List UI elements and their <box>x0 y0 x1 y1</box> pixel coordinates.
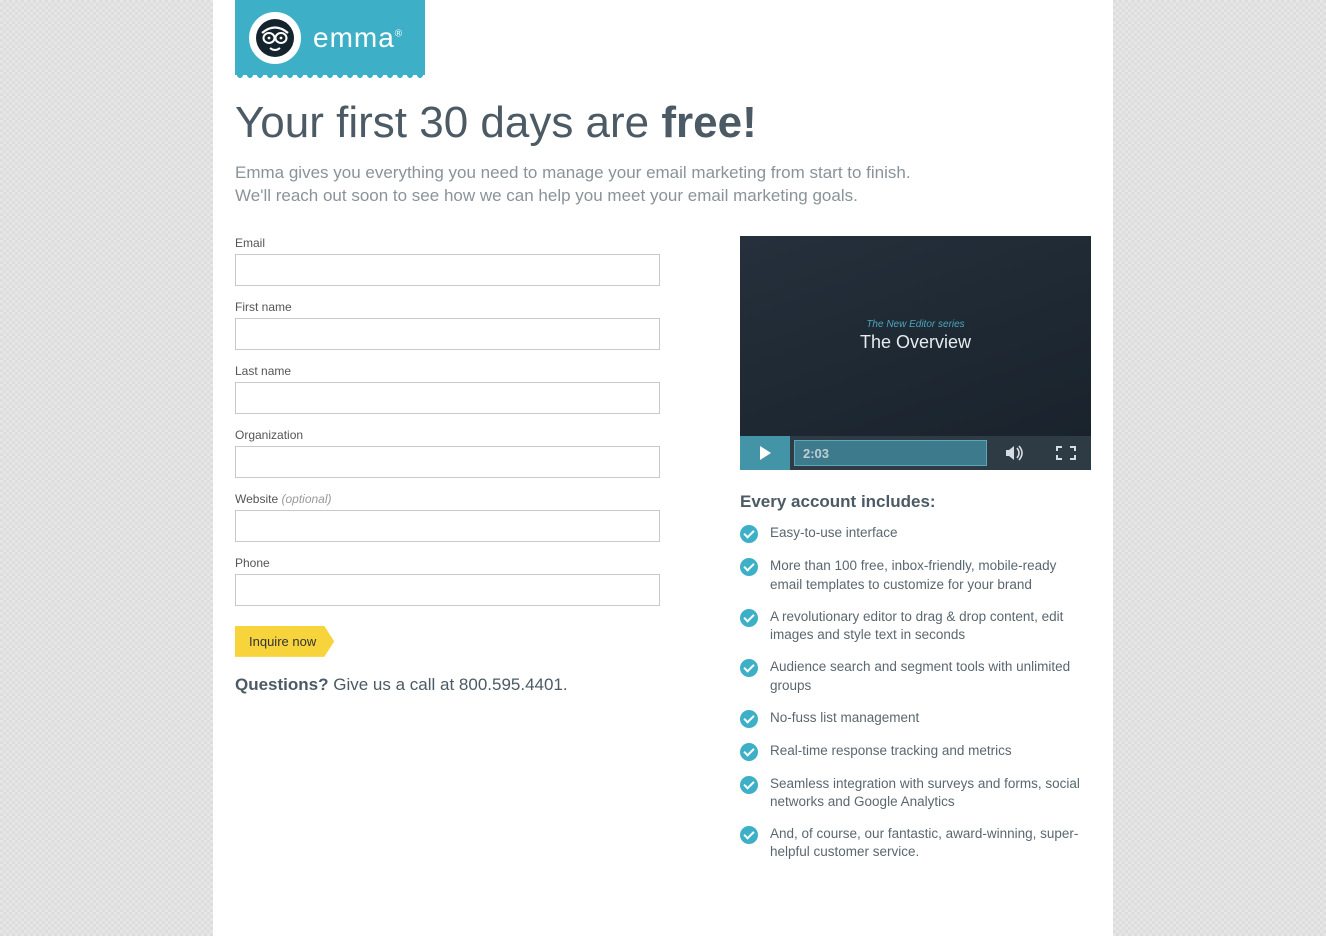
check-icon <box>740 776 758 794</box>
email-field[interactable] <box>235 254 660 286</box>
feature-text: Real-time response tracking and metrics <box>770 742 1012 761</box>
website-field[interactable] <box>235 510 660 542</box>
brand-logo[interactable]: emma® <box>235 0 425 75</box>
video-controls: 2:03 <box>740 436 1091 470</box>
check-icon <box>740 659 758 677</box>
list-item: Seamless integration with surveys and fo… <box>740 775 1091 811</box>
last-name-field[interactable] <box>235 382 660 414</box>
phone-label: Phone <box>235 556 660 570</box>
website-label: Website (optional) <box>235 492 660 506</box>
list-item: No-fuss list management <box>740 709 1091 728</box>
questions-text: Questions? Give us a call at 800.595.440… <box>235 675 660 695</box>
volume-button[interactable] <box>991 436 1041 470</box>
brand-face-icon <box>249 12 301 64</box>
page-subhead: Emma gives you everything you need to ma… <box>235 162 1091 208</box>
check-icon <box>740 710 758 728</box>
feature-text: Audience search and segment tools with u… <box>770 658 1091 694</box>
feature-text: Easy-to-use interface <box>770 524 898 543</box>
brand-name: emma® <box>313 22 403 54</box>
video-duration: 2:03 <box>803 446 829 461</box>
first-name-field[interactable] <box>235 318 660 350</box>
feature-text: No-fuss list management <box>770 709 919 728</box>
video-series: The New Editor series <box>866 319 964 330</box>
play-button[interactable] <box>740 436 790 470</box>
video-progress[interactable]: 2:03 <box>790 436 991 470</box>
inquire-now-button[interactable]: Inquire now <box>235 626 334 657</box>
feature-text: A revolutionary editor to drag & drop co… <box>770 608 1091 644</box>
page-container: emma® Your first 30 days are free! Emma … <box>213 58 1113 936</box>
features-list: Easy-to-use interface More than 100 free,… <box>740 524 1091 861</box>
feature-text: More than 100 free, inbox-friendly, mobi… <box>770 557 1091 593</box>
check-icon <box>740 743 758 761</box>
list-item: Real-time response tracking and metrics <box>740 742 1091 761</box>
volume-icon <box>1006 445 1026 461</box>
includes-heading: Every account includes: <box>740 492 1091 512</box>
first-name-label: First name <box>235 300 660 314</box>
feature-text: Seamless integration with surveys and fo… <box>770 775 1091 811</box>
signup-form: Email First name Last name Organization … <box>235 236 660 876</box>
organization-field[interactable] <box>235 446 660 478</box>
play-icon <box>760 446 771 460</box>
organization-label: Organization <box>235 428 660 442</box>
list-item: Audience search and segment tools with u… <box>740 658 1091 694</box>
last-name-label: Last name <box>235 364 660 378</box>
list-item: A revolutionary editor to drag & drop co… <box>740 608 1091 644</box>
check-icon <box>740 826 758 844</box>
list-item: Easy-to-use interface <box>740 524 1091 543</box>
list-item: And, of course, our fantastic, award-win… <box>740 825 1091 861</box>
check-icon <box>740 525 758 543</box>
video-player[interactable]: The New Editor series The Overview <box>740 236 1091 437</box>
list-item: More than 100 free, inbox-friendly, mobi… <box>740 557 1091 593</box>
video-title: The Overview <box>860 332 971 353</box>
phone-field[interactable] <box>235 574 660 606</box>
feature-text: And, of course, our fantastic, award-win… <box>770 825 1091 861</box>
page-headline: Your first 30 days are free! <box>235 98 1091 148</box>
fullscreen-icon <box>1056 446 1076 460</box>
email-label: Email <box>235 236 660 250</box>
check-icon <box>740 609 758 627</box>
fullscreen-button[interactable] <box>1041 436 1091 470</box>
check-icon <box>740 558 758 576</box>
